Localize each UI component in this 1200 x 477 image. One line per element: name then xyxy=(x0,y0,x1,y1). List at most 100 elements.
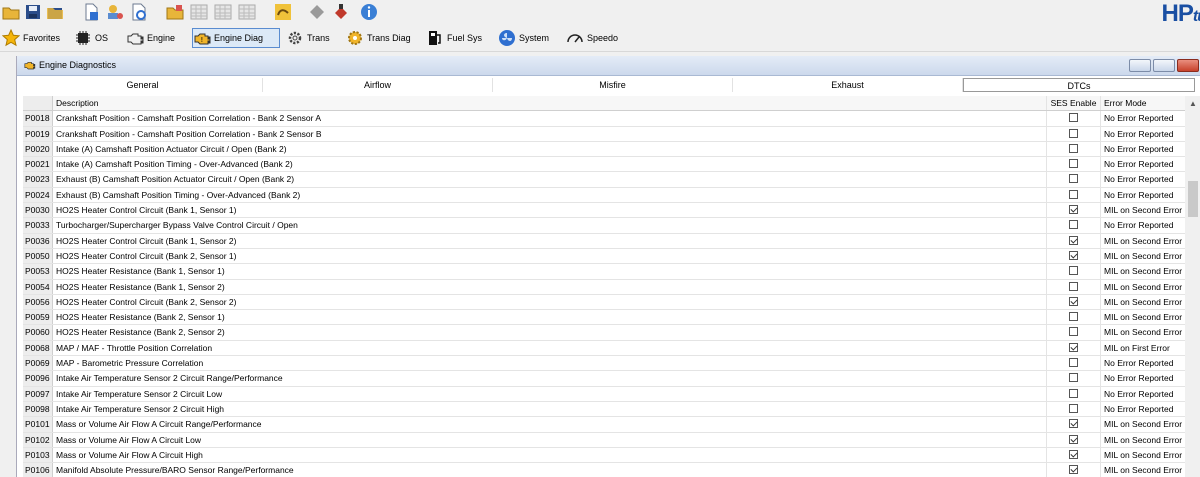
tune-icon[interactable] xyxy=(274,3,292,21)
error-mode-dropdown[interactable]: MIL on First Error xyxy=(1101,341,1185,355)
error-mode-dropdown[interactable]: MIL on Second Error xyxy=(1101,249,1185,263)
error-mode-dropdown[interactable]: MIL on Second Error xyxy=(1101,295,1185,309)
tab-exhaust[interactable]: Exhaust xyxy=(733,78,963,92)
error-mode-dropdown[interactable]: MIL on Second Error xyxy=(1101,280,1185,294)
scrollbar-thumb[interactable] xyxy=(1188,181,1198,217)
ses-enable-checkbox[interactable] xyxy=(1069,205,1078,215)
close-button[interactable] xyxy=(1177,59,1199,72)
ses-enable-checkbox[interactable] xyxy=(1069,403,1078,413)
error-mode-dropdown[interactable]: MIL on Second Error xyxy=(1101,264,1185,278)
minimize-button[interactable] xyxy=(1129,59,1151,72)
nav-os[interactable]: OS xyxy=(74,28,118,48)
table-row[interactable]: P0054 HO2S Heater Resistance (Bank 1, Sen… xyxy=(23,279,1185,295)
read-icon[interactable] xyxy=(166,3,184,21)
ses-enable-checkbox[interactable] xyxy=(1069,449,1078,459)
error-mode-dropdown[interactable]: No Error Reported xyxy=(1101,218,1185,232)
table-row[interactable]: P0030 HO2S Heater Control Circuit (Bank 1… xyxy=(23,203,1185,219)
tab-dtcs[interactable]: DTCs xyxy=(963,78,1195,92)
info-icon[interactable] xyxy=(360,3,378,21)
nav-engine-diag[interactable]: ! Engine Diag xyxy=(192,28,280,48)
flash-icon[interactable] xyxy=(332,3,350,21)
table-row[interactable]: P0021 Intake (A) Camshaft Position Timing… xyxy=(23,157,1185,173)
error-mode-dropdown[interactable]: No Error Reported xyxy=(1101,127,1185,141)
error-mode-dropdown[interactable]: No Error Reported xyxy=(1101,188,1185,202)
ses-enable-checkbox[interactable] xyxy=(1069,358,1078,368)
save-icon[interactable] xyxy=(24,3,42,21)
error-mode-dropdown[interactable]: MIL on Second Error xyxy=(1101,234,1185,248)
ses-enable-checkbox[interactable] xyxy=(1069,235,1078,245)
col-header-error-mode[interactable]: Error Mode xyxy=(1101,96,1185,110)
error-mode-dropdown[interactable]: No Error Reported xyxy=(1101,402,1185,416)
error-mode-dropdown[interactable]: No Error Reported xyxy=(1101,356,1185,370)
ses-enable-checkbox[interactable] xyxy=(1069,388,1078,398)
error-mode-dropdown[interactable]: No Error Reported xyxy=(1101,387,1185,401)
ses-enable-checkbox[interactable] xyxy=(1069,220,1078,230)
table-row[interactable]: P0018 Crankshaft Position - Camshaft Posi… xyxy=(23,111,1185,127)
tab-general[interactable]: General xyxy=(23,78,263,92)
ses-enable-checkbox[interactable] xyxy=(1069,373,1078,383)
table-row[interactable]: P0050 HO2S Heater Control Circuit (Bank 2… xyxy=(23,248,1185,265)
maximize-button[interactable] xyxy=(1153,59,1175,72)
ses-enable-checkbox[interactable] xyxy=(1069,296,1078,306)
table-row[interactable]: P0060 HO2S Heater Resistance (Bank 2, Sen… xyxy=(23,325,1185,341)
ses-enable-checkbox[interactable] xyxy=(1069,465,1078,475)
table-row[interactable]: P0020 Intake (A) Camshaft Position Actuat… xyxy=(23,141,1185,158)
nav-trans-diag[interactable]: Trans Diag xyxy=(346,28,414,48)
error-mode-dropdown[interactable]: MIL on Second Error xyxy=(1101,417,1185,431)
table-row[interactable]: P0019 Crankshaft Position - Camshaft Posi… xyxy=(23,126,1185,142)
ses-enable-checkbox[interactable] xyxy=(1069,113,1078,123)
ses-enable-checkbox[interactable] xyxy=(1069,266,1078,276)
table-row[interactable]: P0036 HO2S Heater Control Circuit (Bank 1… xyxy=(23,233,1185,249)
ses-enable-checkbox[interactable] xyxy=(1069,189,1078,199)
tab-airflow[interactable]: Airflow xyxy=(263,78,493,92)
error-mode-dropdown[interactable]: No Error Reported xyxy=(1101,142,1185,156)
table-row[interactable]: P0053 HO2S Heater Resistance (Bank 1, Sen… xyxy=(23,264,1185,280)
ses-enable-checkbox[interactable] xyxy=(1069,342,1078,352)
nav-system[interactable]: System xyxy=(498,28,556,48)
error-mode-dropdown[interactable]: No Error Reported xyxy=(1101,172,1185,186)
nav-favorites[interactable]: Favorites xyxy=(2,28,68,48)
error-mode-dropdown[interactable]: MIL on Second Error xyxy=(1101,433,1185,447)
table-row[interactable]: P0056 HO2S Heater Control Circuit (Bank 2… xyxy=(23,294,1185,311)
ses-enable-checkbox[interactable] xyxy=(1069,327,1078,337)
diamond-icon[interactable] xyxy=(308,3,326,21)
ses-enable-checkbox[interactable] xyxy=(1069,312,1078,322)
ses-enable-checkbox[interactable] xyxy=(1069,174,1078,184)
error-mode-dropdown[interactable]: MIL on Second Error xyxy=(1101,203,1185,217)
table-grid-icon[interactable] xyxy=(238,3,256,21)
table-row[interactable]: P0069 MAP - Barometric Pressure Correlati… xyxy=(23,356,1185,372)
scroll-up-icon[interactable]: ▲ xyxy=(1189,99,1197,108)
table-row[interactable]: P0103 Mass or Volume Air Flow A Circuit H… xyxy=(23,447,1185,464)
error-mode-dropdown[interactable]: No Error Reported xyxy=(1101,371,1185,385)
vehicle-info-icon[interactable] xyxy=(106,3,124,21)
col-header-description[interactable]: Description xyxy=(53,96,1047,111)
table-row[interactable]: P0059 HO2S Heater Resistance (Bank 2, Sen… xyxy=(23,310,1185,326)
error-mode-dropdown[interactable]: MIL on Second Error xyxy=(1101,448,1185,462)
table-row[interactable]: P0106 Manifold Absolute Pressure/BARO Sen… xyxy=(23,463,1185,477)
ses-enable-checkbox[interactable] xyxy=(1069,128,1078,138)
table-row[interactable]: P0101 Mass or Volume Air Flow A Circuit R… xyxy=(23,417,1185,433)
error-mode-dropdown[interactable]: MIL on Second Error xyxy=(1101,325,1185,339)
table-row[interactable]: P0068 MAP / MAF - Throttle Position Corre… xyxy=(23,340,1185,357)
error-mode-dropdown[interactable]: MIL on Second Error xyxy=(1101,463,1185,477)
nav-speedo[interactable]: Speedo xyxy=(566,28,628,48)
col-header-code[interactable] xyxy=(23,96,53,111)
table-row[interactable]: P0098 Intake Air Temperature Sensor 2 Cir… xyxy=(23,401,1185,418)
ses-enable-checkbox[interactable] xyxy=(1069,281,1078,291)
nav-engine[interactable]: Engine xyxy=(126,28,186,48)
ses-enable-checkbox[interactable] xyxy=(1069,419,1078,429)
error-mode-dropdown[interactable]: No Error Reported xyxy=(1101,157,1185,171)
table-row[interactable]: P0033 Turbocharger/Supercharger Bypass Va… xyxy=(23,218,1185,234)
table-row[interactable]: P0097 Intake Air Temperature Sensor 2 Cir… xyxy=(23,386,1185,402)
ses-enable-checkbox[interactable] xyxy=(1069,250,1078,260)
table-row[interactable]: P0102 Mass or Volume Air Flow A Circuit L… xyxy=(23,432,1185,448)
table-row[interactable]: P0023 Exhaust (B) Camshaft Position Actua… xyxy=(23,172,1185,188)
table-row[interactable]: P0024 Exhaust (B) Camshaft Position Timin… xyxy=(23,187,1185,204)
ses-enable-checkbox[interactable] xyxy=(1069,434,1078,444)
nav-fuel-sys[interactable]: Fuel Sys xyxy=(426,28,488,48)
save-as-icon[interactable] xyxy=(46,3,64,21)
table-row[interactable]: P0096 Intake Air Temperature Sensor 2 Cir… xyxy=(23,371,1185,387)
tab-misfire[interactable]: Misfire xyxy=(493,78,733,92)
table-grid-icon[interactable] xyxy=(190,3,208,21)
error-mode-dropdown[interactable]: No Error Reported xyxy=(1101,111,1185,125)
